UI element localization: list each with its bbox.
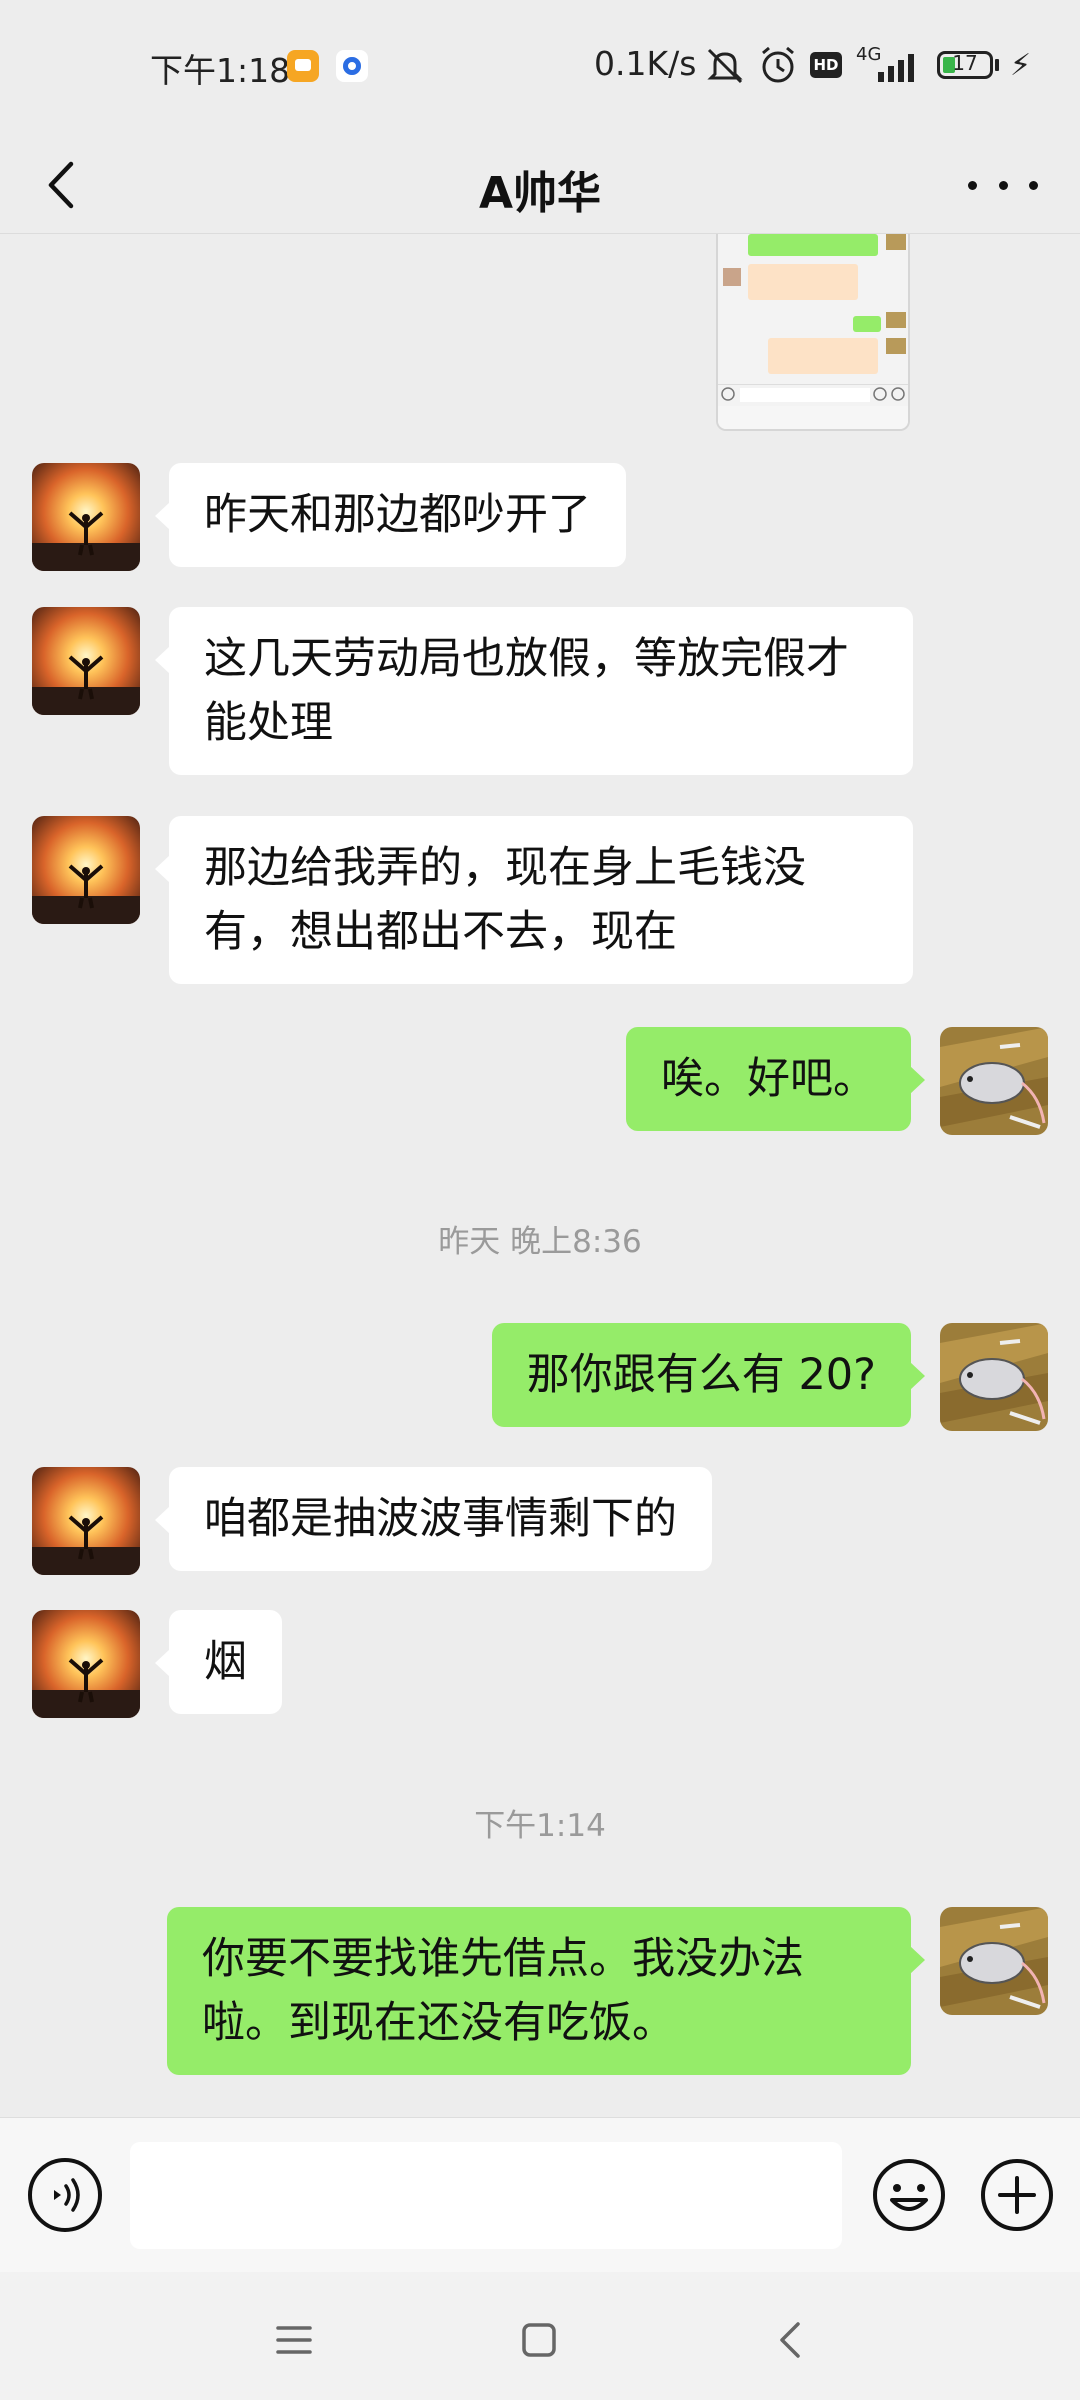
my-avatar[interactable] [940,1323,1048,1431]
contact-avatar[interactable] [32,1610,140,1718]
alarm-icon [762,46,794,83]
message-input[interactable] [130,2142,842,2249]
message-text: 唉。好吧。 [661,1054,876,1104]
hd-badge: HD [810,52,842,78]
mouse-avatar-image [940,1907,1048,2015]
menu-icon [276,2326,312,2354]
message-text: 烟 [204,1637,247,1687]
chat-header: A帅华 [0,135,1080,235]
outgoing-message-bubble[interactable]: 唉。好吧。 [626,1027,925,1131]
charging-icon: ⚡ [1010,48,1032,83]
contact-avatar[interactable] [32,607,140,715]
incoming-message-bubble[interactable]: 烟 [155,1610,282,1714]
sunset-avatar-image [32,607,140,715]
home-nav-button[interactable] [509,2310,569,2370]
contact-avatar[interactable] [32,463,140,571]
more-dot [1029,180,1038,190]
my-avatar[interactable] [940,1027,1048,1135]
chevron-left-icon [48,161,74,209]
incoming-message-bubble[interactable]: 昨天和那边都吵开了 [155,463,626,567]
emoji-button[interactable] [870,2156,948,2234]
battery-tip [995,59,999,71]
sunset-avatar-image [32,463,140,571]
battery-level: 17 [952,51,978,75]
sunset-avatar-image [32,816,140,924]
contact-avatar[interactable] [32,1467,140,1575]
mute-bell-icon [707,48,743,84]
incoming-message-bubble[interactable]: 咱都是抽波波事情剩下的 [155,1467,712,1571]
plus-icon [981,2159,1053,2231]
image-message[interactable] [716,234,910,431]
incoming-message-bubble[interactable]: 那边给我弄的，现在身上毛钱没有，想出都出不去，现在 [155,816,913,984]
more-button[interactable] [968,165,1038,205]
contact-avatar[interactable] [32,816,140,924]
sunset-avatar-image [32,1610,140,1718]
status-time: 下午1:18 [150,51,291,90]
chat-title: A帅华 [478,168,602,219]
message-text: 你要不要找谁先借点。我没办法啦。到现在还没有吃饭。 [202,1934,804,2048]
message-app-icon [287,50,319,82]
chat-area[interactable]: 昨天和那边都吵开了 这几天劳动局也放假，等放完假才能处理 那边给我弄的，现在身上… [0,234,1080,2117]
message-text: 咱都是抽波波事情剩下的 [204,1494,677,1544]
signal-icon [878,54,914,82]
mouse-avatar-image [940,1323,1048,1431]
screenshot-thumbnail [718,234,908,429]
my-avatar[interactable] [940,1907,1048,2015]
status-bar: 下午1:18 0.1K/s HD 4G 17 ⚡ [0,0,1080,135]
message-text: 那边给我弄的，现在身上毛钱没有，想出都出不去，现在 [204,843,806,957]
mouse-avatar-image [940,1027,1048,1135]
outgoing-message-bubble[interactable]: 你要不要找谁先借点。我没办法啦。到现在还没有吃饭。 [167,1907,925,2075]
sunset-avatar-image [32,1467,140,1575]
back-nav-button[interactable] [760,2310,820,2370]
back-button[interactable] [30,145,90,225]
timestamp: 下午1:14 [474,1808,606,1844]
more-dots-icon [968,180,977,190]
emoji-icon [873,2159,945,2231]
home-square-icon [522,2323,556,2357]
message-text: 这几天劳动局也放假，等放完假才能处理 [204,634,849,748]
voice-button[interactable] [28,2158,102,2232]
back-triangle-icon [780,2322,800,2358]
more-dot [998,180,1008,190]
network-speed: 0.1K/s [594,44,697,83]
input-bar [0,2117,1080,2273]
system-nav-bar [0,2272,1080,2400]
timestamp: 昨天 晚上8:36 [438,1224,642,1260]
voice-icon [54,2178,80,2212]
outgoing-message-bubble[interactable]: 那你跟有么有 20? [491,1323,926,1427]
battery-icon: 17 [937,51,993,79]
menu-nav-button[interactable] [264,2310,324,2370]
incoming-message-bubble[interactable]: 这几天劳动局也放假，等放完假才能处理 [155,607,913,775]
browser-app-icon [336,50,368,82]
message-text: 那你跟有么有 20? [526,1350,876,1400]
plus-button[interactable] [978,2156,1056,2234]
message-text: 昨天和那边都吵开了 [204,490,591,540]
